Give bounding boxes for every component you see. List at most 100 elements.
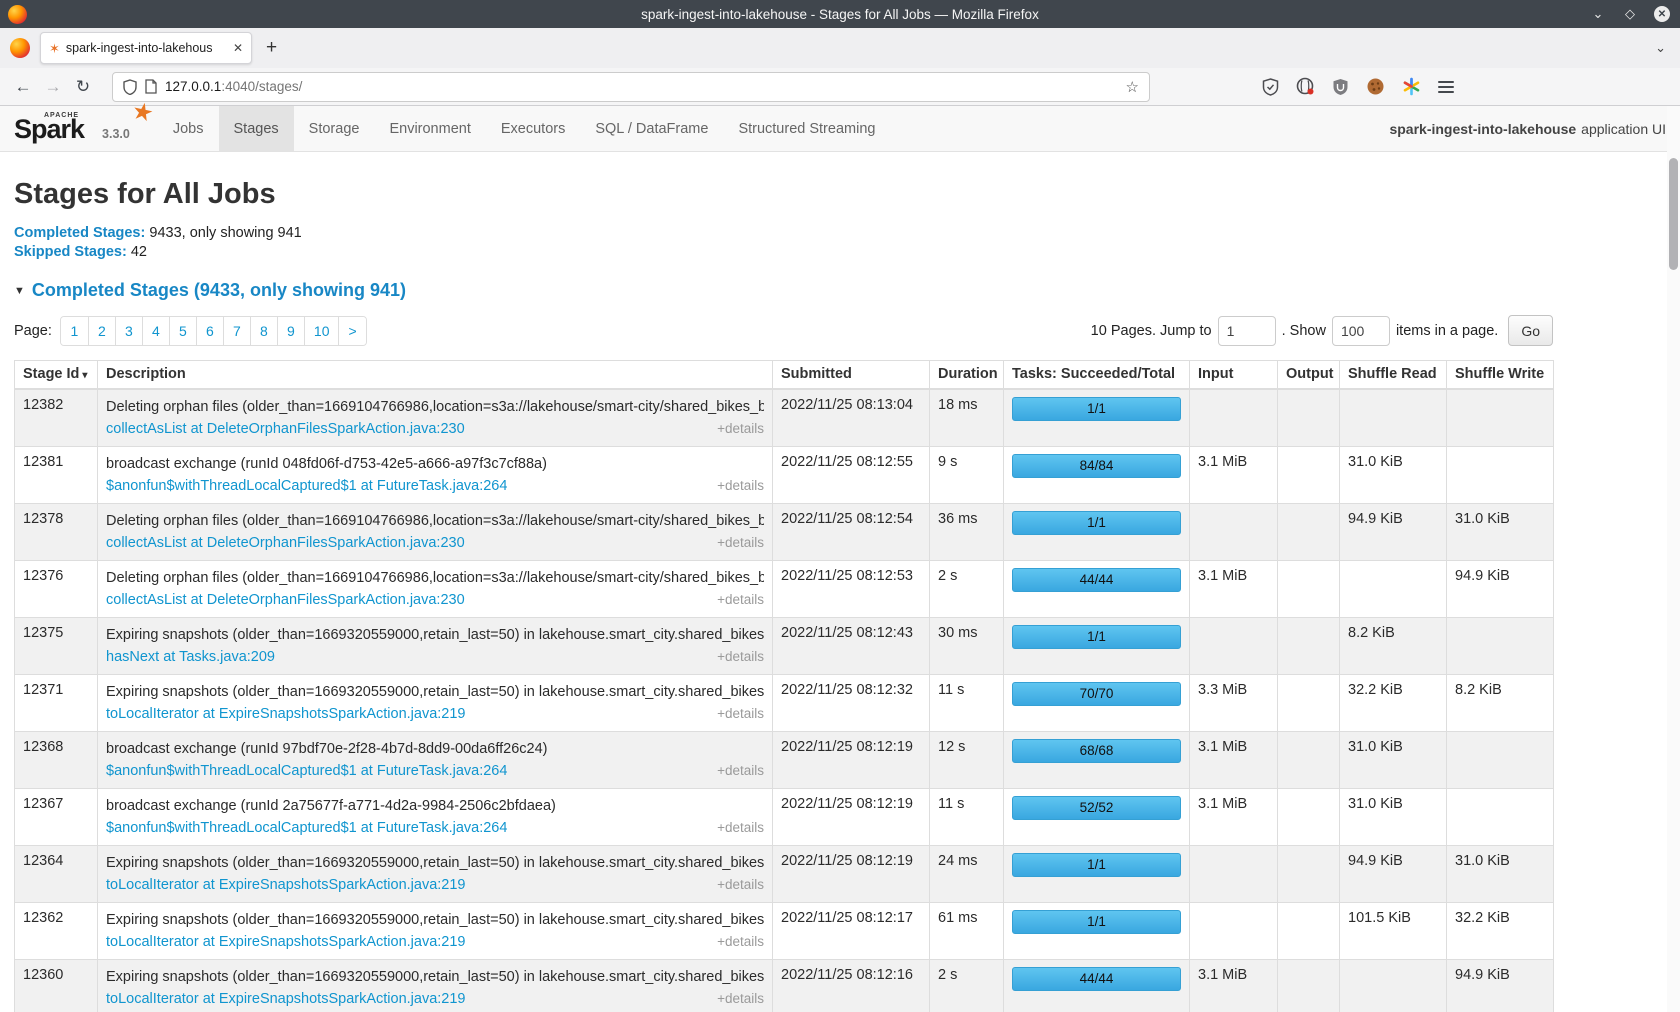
forward-button[interactable]: → bbox=[38, 77, 68, 97]
extension-privacy-badge-icon[interactable] bbox=[1296, 77, 1315, 96]
completed-stages-link[interactable]: Completed Stages: bbox=[14, 225, 145, 241]
details-toggle[interactable]: +details bbox=[717, 476, 764, 496]
stage-callsite-link[interactable]: collectAsList at DeleteOrphanFilesSparkA… bbox=[106, 533, 465, 553]
page-button-7[interactable]: 7 bbox=[223, 317, 250, 345]
page-button-6[interactable]: 6 bbox=[196, 317, 223, 345]
tasks-progress-bar: 44/44 bbox=[1012, 568, 1181, 592]
page-scrollbar-thumb[interactable] bbox=[1669, 158, 1678, 270]
tasks-cell: 44/44 bbox=[1004, 959, 1190, 1012]
tasks-progress-bar: 44/44 bbox=[1012, 967, 1181, 991]
items-label: items in a page. bbox=[1396, 323, 1498, 339]
column-header-input[interactable]: Input bbox=[1190, 361, 1278, 389]
page-scrollbar-track[interactable] bbox=[1667, 106, 1680, 1012]
application-ui-label: application UI bbox=[1581, 121, 1666, 137]
details-toggle[interactable]: +details bbox=[717, 419, 764, 439]
page-button-group: 12345678910> bbox=[60, 316, 367, 346]
extension-shield-check-icon[interactable] bbox=[1262, 78, 1279, 96]
stage-id-cell: 12371 bbox=[15, 674, 98, 731]
details-toggle[interactable]: +details bbox=[717, 932, 764, 952]
page-button-9[interactable]: 9 bbox=[277, 317, 304, 345]
shuffle-write-cell bbox=[1447, 788, 1554, 845]
firefox-view-icon[interactable] bbox=[10, 38, 30, 58]
browser-tab[interactable]: ✶ spark-ingest-into-lakehous ✕ bbox=[40, 32, 252, 64]
output-cell bbox=[1278, 731, 1340, 788]
stage-callsite-link[interactable]: $anonfun$withThreadLocalCaptured$1 at Fu… bbox=[106, 818, 507, 838]
jump-to-page-input[interactable] bbox=[1218, 316, 1276, 346]
stage-callsite-link[interactable]: toLocalIterator at ExpireSnapshotsSparkA… bbox=[106, 704, 466, 724]
menu-hamburger-icon[interactable] bbox=[1438, 78, 1454, 96]
page-button-3[interactable]: 3 bbox=[115, 317, 142, 345]
details-toggle[interactable]: +details bbox=[717, 704, 764, 724]
tasks-progress-bar: 70/70 bbox=[1012, 682, 1181, 706]
next-page-button[interactable]: > bbox=[338, 317, 365, 345]
details-toggle[interactable]: +details bbox=[717, 533, 764, 553]
details-toggle[interactable]: +details bbox=[717, 590, 764, 610]
shuffle-read-cell: 31.0 KiB bbox=[1340, 788, 1447, 845]
stage-callsite-link[interactable]: collectAsList at DeleteOrphanFilesSparkA… bbox=[106, 419, 465, 439]
close-icon[interactable]: ✕ bbox=[1654, 6, 1670, 22]
details-toggle[interactable]: +details bbox=[717, 647, 764, 667]
stage-callsite-link[interactable]: hasNext at Tasks.java:209 bbox=[106, 647, 275, 667]
stages-table: Stage Id▾DescriptionSubmittedDurationTas… bbox=[14, 360, 1554, 1012]
page-button-5[interactable]: 5 bbox=[169, 317, 196, 345]
column-header-duration[interactable]: Duration bbox=[930, 361, 1004, 389]
details-toggle[interactable]: +details bbox=[717, 761, 764, 781]
nav-item-storage[interactable]: Storage bbox=[294, 106, 375, 151]
stage-description: Deleting orphan files (older_than=166910… bbox=[106, 397, 764, 417]
page-button-1[interactable]: 1 bbox=[61, 317, 88, 345]
details-toggle[interactable]: +details bbox=[717, 989, 764, 1009]
completed-stages-section-header[interactable]: ▼ Completed Stages (9433, only showing 9… bbox=[14, 280, 1553, 301]
spark-logo[interactable]: Spark APACHE ★ 3.3.0 bbox=[0, 106, 140, 151]
column-header-shuffle-write[interactable]: Shuffle Write bbox=[1447, 361, 1554, 389]
stage-id-cell: 12367 bbox=[15, 788, 98, 845]
page-button-4[interactable]: 4 bbox=[142, 317, 169, 345]
shuffle-write-cell: 94.9 KiB bbox=[1447, 560, 1554, 617]
column-header-tasks-succeeded-total[interactable]: Tasks: Succeeded/Total bbox=[1004, 361, 1190, 389]
column-header-description[interactable]: Description bbox=[98, 361, 773, 389]
table-row: 12362Expiring snapshots (older_than=1669… bbox=[15, 902, 1554, 959]
stage-callsite-link[interactable]: $anonfun$withThreadLocalCaptured$1 at Fu… bbox=[106, 761, 507, 781]
column-header-shuffle-read[interactable]: Shuffle Read bbox=[1340, 361, 1447, 389]
column-header-submitted[interactable]: Submitted bbox=[773, 361, 930, 389]
tasks-progress-bar: 1/1 bbox=[1012, 511, 1181, 535]
stage-callsite-link[interactable]: toLocalIterator at ExpireSnapshotsSparkA… bbox=[106, 989, 466, 1009]
column-header-stage-id[interactable]: Stage Id▾ bbox=[15, 361, 98, 389]
new-tab-button[interactable]: + bbox=[266, 37, 277, 59]
column-header-output[interactable]: Output bbox=[1278, 361, 1340, 389]
stage-callsite-link[interactable]: toLocalIterator at ExpireSnapshotsSparkA… bbox=[106, 932, 466, 952]
url-bar[interactable]: 127.0.0.1:4040/stages/ ☆ bbox=[112, 72, 1150, 102]
stage-callsite-link[interactable]: collectAsList at DeleteOrphanFilesSparkA… bbox=[106, 590, 465, 610]
window-controls: ⌄ ◇ ✕ bbox=[1590, 0, 1670, 28]
nav-item-executors[interactable]: Executors bbox=[486, 106, 580, 151]
details-toggle[interactable]: +details bbox=[717, 818, 764, 838]
reload-button[interactable]: ↻ bbox=[68, 77, 98, 97]
page-info-icon[interactable] bbox=[145, 79, 157, 94]
extension-ublock-icon[interactable] bbox=[1332, 78, 1349, 96]
tracking-protection-shield-icon[interactable] bbox=[123, 79, 137, 95]
nav-item-jobs[interactable]: Jobs bbox=[158, 106, 219, 151]
maximize-icon[interactable]: ◇ bbox=[1622, 6, 1638, 22]
list-tabs-chevron-icon[interactable]: ⌄ bbox=[1655, 40, 1666, 56]
stage-callsite-link[interactable]: $anonfun$withThreadLocalCaptured$1 at Fu… bbox=[106, 476, 507, 496]
minimize-icon[interactable]: ⌄ bbox=[1590, 6, 1606, 22]
page-button-8[interactable]: 8 bbox=[250, 317, 277, 345]
page-button-2[interactable]: 2 bbox=[88, 317, 115, 345]
stage-description: Expiring snapshots (older_than=166932055… bbox=[106, 967, 764, 987]
tab-close-icon[interactable]: ✕ bbox=[233, 41, 243, 55]
nav-item-sql-dataframe[interactable]: SQL / DataFrame bbox=[580, 106, 723, 151]
back-button[interactable]: ← bbox=[8, 77, 38, 97]
page-button-10[interactable]: 10 bbox=[304, 317, 339, 345]
shuffle-read-cell bbox=[1340, 959, 1447, 1012]
stage-callsite-link[interactable]: toLocalIterator at ExpireSnapshotsSparkA… bbox=[106, 875, 466, 895]
nav-item-environment[interactable]: Environment bbox=[374, 106, 485, 151]
application-id: spark-ingest-into-lakehouse application … bbox=[1389, 106, 1680, 151]
nav-item-structured-streaming[interactable]: Structured Streaming bbox=[723, 106, 890, 151]
items-per-page-input[interactable] bbox=[1332, 316, 1390, 346]
nav-item-stages[interactable]: Stages bbox=[219, 106, 294, 151]
go-button[interactable]: Go bbox=[1508, 315, 1553, 346]
extension-cookie-icon[interactable] bbox=[1366, 77, 1385, 96]
extension-colorful-asterisk-icon[interactable] bbox=[1402, 77, 1421, 96]
skipped-stages-link[interactable]: Skipped Stages: bbox=[14, 244, 127, 260]
bookmark-star-icon[interactable]: ☆ bbox=[1126, 78, 1139, 96]
details-toggle[interactable]: +details bbox=[717, 875, 764, 895]
